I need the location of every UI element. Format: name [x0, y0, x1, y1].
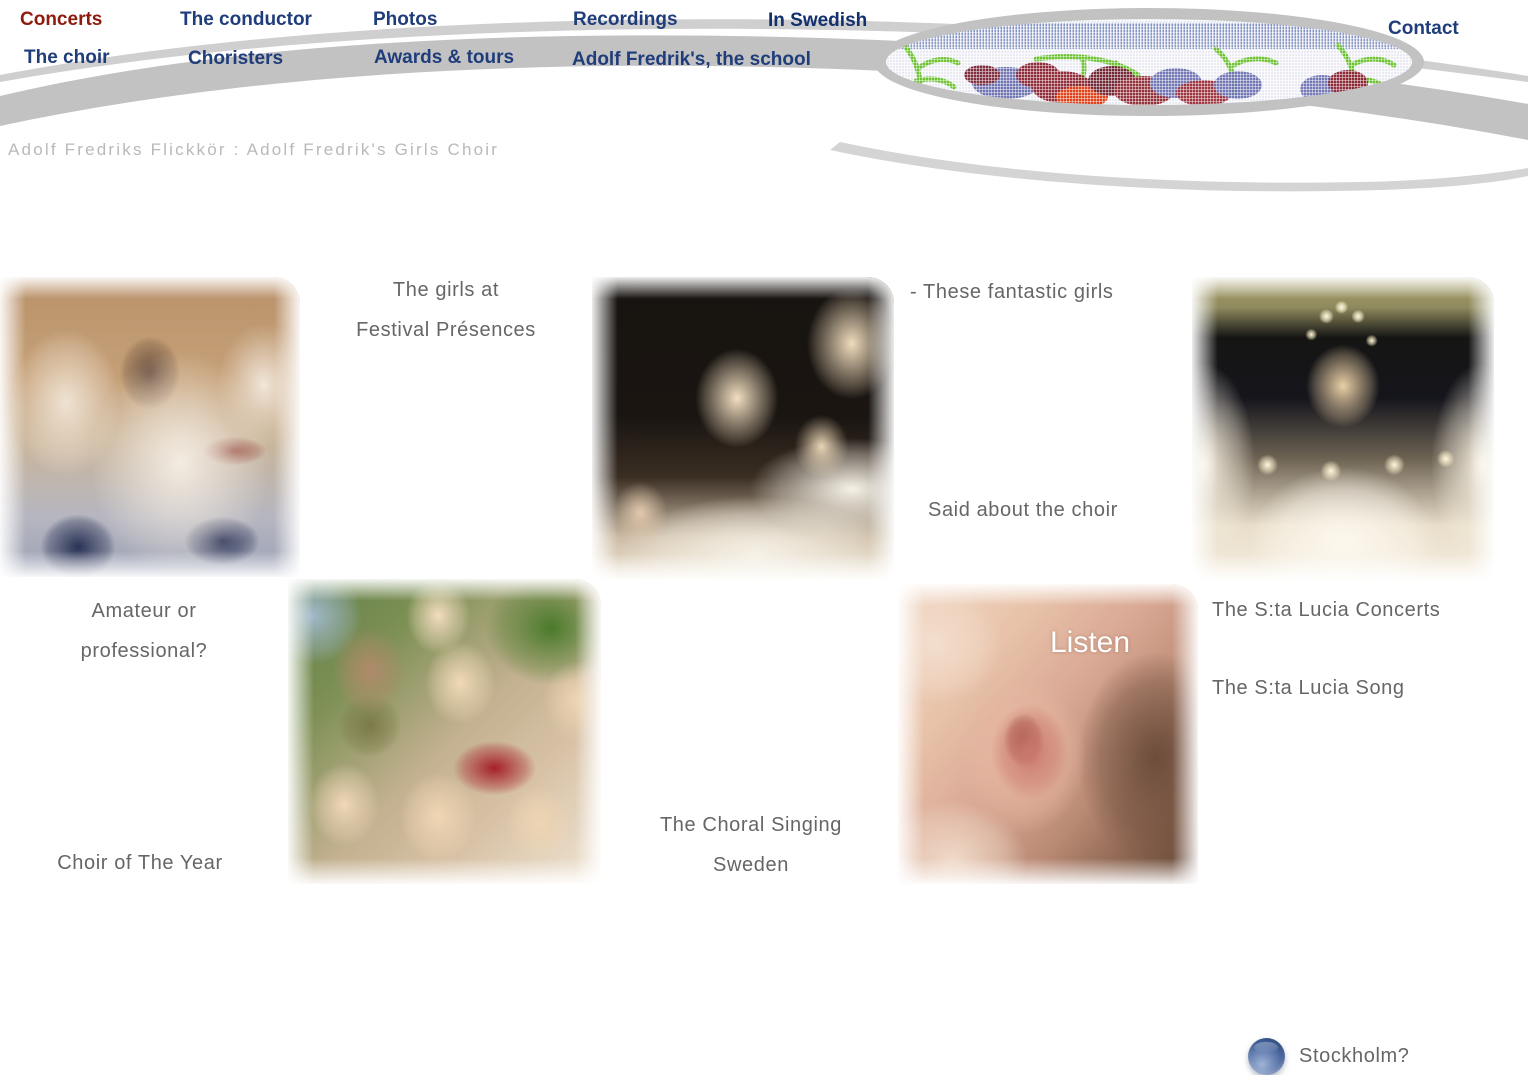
- caption-line: The girls at: [392, 279, 500, 301]
- listen-link[interactable]: Listen: [1050, 626, 1130, 660]
- caption-festival-presences[interactable]: The girls at Festival Présences: [330, 270, 562, 350]
- caption-line: - These fantastic girls: [910, 281, 1114, 303]
- caption-choral-singing-sweden[interactable]: The Choral Singing Sweden: [640, 805, 862, 885]
- embroidery-ellipse-logo: [874, 8, 1424, 116]
- photo-girls-outdoors-image: [288, 579, 601, 884]
- main-content: The girls at Festival Présences - These …: [0, 215, 1528, 1075]
- nav-link-choristers[interactable]: Choristers: [188, 48, 283, 70]
- photo-lucia[interactable]: [1192, 277, 1494, 580]
- caption-line: Said about the choir: [928, 499, 1118, 521]
- nav-link-concerts[interactable]: Concerts: [20, 9, 102, 31]
- caption-line: The S:ta Lucia Concerts: [1212, 599, 1441, 621]
- photo-girls-bowing[interactable]: [0, 277, 300, 577]
- nav-link-the-conductor[interactable]: The conductor: [180, 9, 312, 31]
- photo-girls-bowing-image: [0, 277, 300, 577]
- caption-line: Amateur or: [91, 600, 197, 622]
- photo-girls-outdoors[interactable]: [288, 579, 601, 884]
- caption-line: professional?: [80, 640, 208, 662]
- caption-fantastic-girls[interactable]: - These fantastic girls: [910, 272, 1190, 312]
- nav-link-photos[interactable]: Photos: [373, 9, 437, 31]
- photo-ear-listen[interactable]: Listen: [898, 584, 1198, 884]
- nav-link-contact[interactable]: Contact: [1388, 18, 1459, 40]
- nav-link-the-choir[interactable]: The choir: [24, 47, 110, 69]
- caption-line: Festival Présences: [356, 319, 536, 341]
- caption-lucia-concerts[interactable]: The S:ta Lucia Concerts: [1212, 590, 1512, 630]
- nav-link-recordings[interactable]: Recordings: [573, 9, 678, 31]
- nav-link-adolf-fredriks-school[interactable]: Adolf Fredrik's, the school: [572, 49, 811, 71]
- caption-line: The Choral Singing: [659, 814, 842, 836]
- caption-line: The S:ta Lucia Song: [1212, 677, 1405, 699]
- globe-icon: [1248, 1038, 1285, 1075]
- photo-ear-listen-image: [898, 584, 1198, 884]
- nav-link-in-swedish[interactable]: In Swedish: [768, 10, 867, 32]
- stockholm-link[interactable]: Stockholm?: [1248, 1038, 1410, 1075]
- caption-lucia-song[interactable]: The S:ta Lucia Song: [1212, 668, 1512, 708]
- photo-girls-singing-image: [592, 277, 894, 580]
- caption-line: Sweden: [713, 854, 789, 876]
- caption-said-about-choir[interactable]: Said about the choir: [928, 490, 1208, 530]
- embroidery-pattern: [886, 19, 1412, 105]
- caption-choir-of-the-year[interactable]: Choir of The Year: [30, 843, 250, 883]
- nav-link-awards-tours[interactable]: Awards & tours: [374, 47, 514, 69]
- caption-line: Choir of The Year: [57, 852, 223, 874]
- photo-girls-singing[interactable]: [592, 277, 894, 580]
- site-header: Concerts The conductor Photos Recordings…: [0, 0, 1528, 215]
- site-tagline: Adolf Fredriks Flickkör : Adolf Fredrik'…: [8, 140, 500, 159]
- caption-amateur-professional[interactable]: Amateur or professional?: [34, 591, 254, 671]
- embroidery-weave-texture: [886, 19, 1412, 105]
- photo-lucia-image: [1192, 277, 1494, 580]
- stockholm-label: Stockholm?: [1299, 1045, 1410, 1067]
